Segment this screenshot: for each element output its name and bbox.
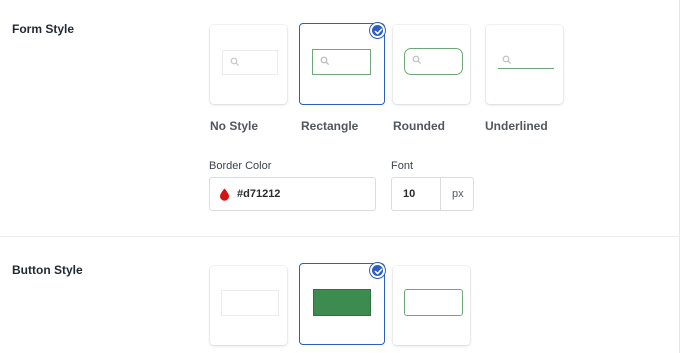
border-color-label: Border Color: [209, 160, 272, 172]
form-style-label-rounded: Rounded: [393, 119, 445, 133]
form-style-option-no-style[interactable]: [210, 25, 287, 104]
border-color-field[interactable]: #d71212: [209, 177, 376, 211]
unit-divider: [440, 178, 441, 210]
form-style-option-rounded[interactable]: [393, 25, 470, 104]
plain-button-preview: [221, 290, 279, 316]
font-size-field: 10 px: [391, 177, 474, 211]
button-style-title: Button Style: [12, 263, 83, 277]
outlined-button-preview: [404, 289, 463, 316]
filled-button-preview: [313, 289, 371, 316]
search-icon: [412, 55, 422, 65]
search-icon: [230, 57, 240, 67]
button-style-option-outlined[interactable]: [393, 266, 470, 345]
selected-check-icon: [370, 23, 385, 38]
font-size-unit: px: [452, 188, 464, 200]
button-style-option-filled[interactable]: [299, 263, 385, 345]
rounded-preview-field: [404, 48, 463, 75]
form-style-label-underlined: Underlined: [485, 119, 548, 133]
selected-check-icon: [370, 263, 385, 278]
color-drop-icon: [220, 188, 229, 201]
form-style-option-rectangle[interactable]: [299, 23, 385, 105]
search-icon: [320, 56, 330, 66]
no-style-preview-field: [222, 50, 278, 75]
section-divider: [0, 236, 680, 237]
form-style-label-no-style: No Style: [210, 119, 259, 133]
font-size-input[interactable]: 10: [403, 188, 415, 200]
form-style-option-underlined[interactable]: [486, 25, 563, 104]
font-size-label: Font: [391, 160, 414, 172]
border-color-value: #d71212: [237, 188, 281, 200]
underlined-preview-field: [498, 53, 554, 69]
search-icon: [502, 55, 512, 65]
form-style-title: Form Style: [12, 22, 75, 36]
form-style-label-rectangle: Rectangle: [301, 119, 359, 133]
rectangle-preview-field: [312, 49, 371, 75]
button-style-option-plain[interactable]: [210, 266, 287, 345]
style-settings-panel: Form Style No Style Rectangle Rounded Un…: [0, 0, 680, 353]
